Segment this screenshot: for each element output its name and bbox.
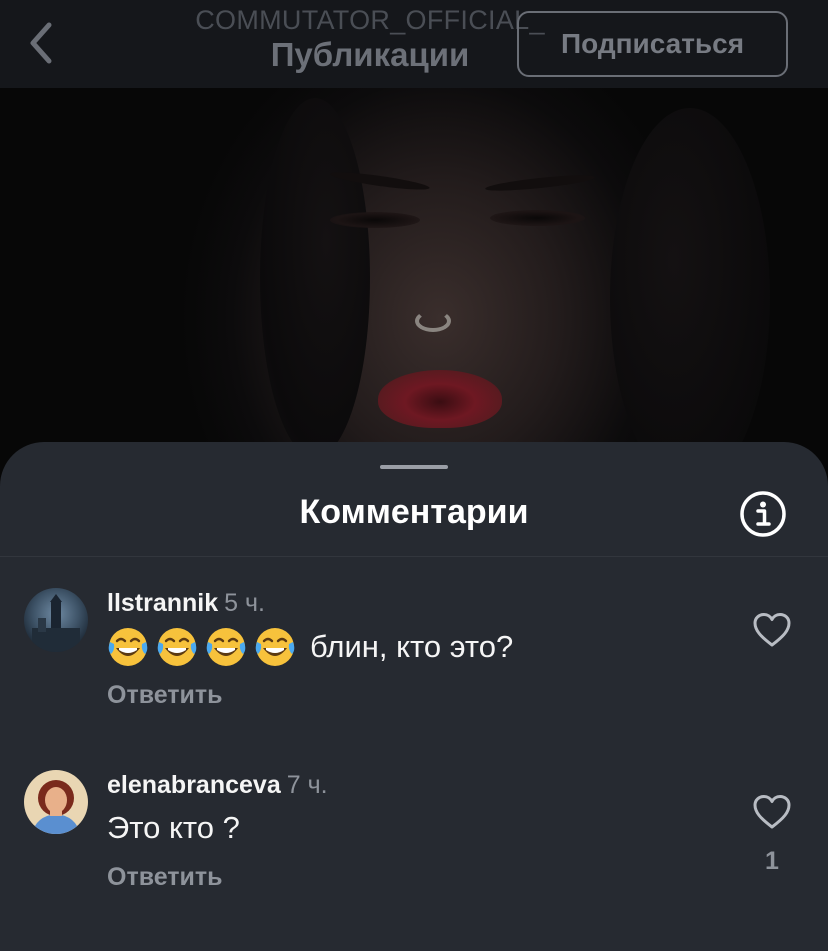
like-button[interactable] [752, 794, 792, 830]
avatar-image [24, 588, 88, 652]
comment-time: 5 ч. [224, 589, 265, 617]
comment-body: блин, кто это? [310, 629, 514, 664]
video-frame-detail [260, 98, 370, 458]
comments-title: Комментарии [299, 493, 529, 531]
tears-of-joy-emoji-icon [206, 628, 246, 666]
sheet-divider [0, 556, 828, 557]
emoji-group [107, 626, 296, 668]
comment-time: 7 ч. [286, 771, 328, 799]
reply-button[interactable]: Ответить [107, 680, 223, 710]
chevron-left-icon [30, 22, 52, 64]
video-frame-detail [490, 210, 585, 226]
like-button[interactable] [752, 612, 792, 648]
video-frame-detail [378, 370, 502, 428]
comment-meta: elenabranceva 7 ч. [107, 770, 328, 804]
video-frame-detail [610, 108, 770, 488]
avatar[interactable] [24, 588, 88, 652]
comment-meta: llstrannik 5 ч. [107, 588, 265, 622]
heart-icon [753, 613, 791, 647]
video-player[interactable] [0, 88, 828, 488]
screen: COMMUTATOR_OFFICIAL_ Публикации Подписат… [0, 0, 828, 951]
tears-of-joy-emoji-icon [157, 628, 197, 666]
reply-button[interactable]: Ответить [107, 862, 223, 892]
video-frame-detail [484, 172, 596, 194]
tears-of-joy-emoji-icon [108, 628, 148, 666]
username[interactable]: elenabranceva [107, 771, 281, 799]
sheet-drag-handle[interactable] [380, 465, 448, 469]
comment-text: Это кто ? [107, 808, 240, 848]
info-icon [740, 491, 786, 537]
back-button[interactable] [20, 18, 60, 68]
like-count: 1 [765, 847, 779, 875]
video-frame-detail [415, 310, 451, 332]
username[interactable]: llstrannik [107, 589, 218, 617]
top-bar: COMMUTATOR_OFFICIAL_ Публикации Подписат… [0, 0, 828, 88]
video-frame-detail [330, 212, 420, 228]
info-button[interactable] [739, 490, 787, 538]
avatar[interactable] [24, 770, 88, 834]
comment-text: блин, кто это? [107, 626, 513, 668]
subscribe-button[interactable]: Подписаться [517, 11, 788, 77]
tears-of-joy-emoji-icon [255, 628, 295, 666]
comments-sheet: Комментарии llstrannik 5 ч. блин, кто эт… [0, 442, 828, 951]
avatar-image [24, 770, 88, 834]
heart-icon [753, 795, 791, 829]
comment-body: Это кто ? [107, 810, 240, 845]
